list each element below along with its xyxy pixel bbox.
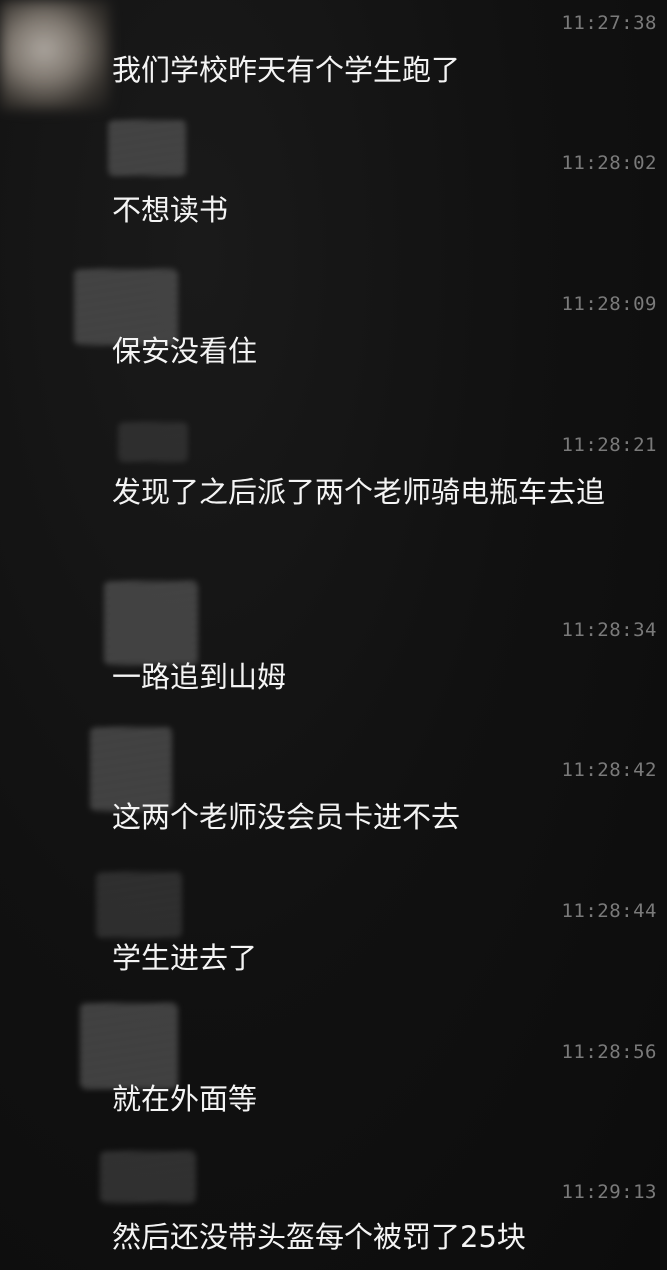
chat-screen: 11:27:38 我们学校昨天有个学生跑了 11:28:02 不想读书 11:2… [0,0,667,1270]
blurred-sender-name [118,422,188,462]
message-text: 这两个老师没会员卡进不去 [112,800,461,834]
message-text: 学生进去了 [112,941,258,975]
message-timestamp: 11:28:42 [561,759,657,781]
blurred-sender-name [104,581,198,665]
message-text: 保安没看住 [112,334,258,368]
message-timestamp: 11:28:09 [561,293,657,315]
message-timestamp: 11:28:21 [561,434,657,456]
blurred-sender-name [100,1151,196,1203]
blurred-sender-name [108,120,186,176]
message-text: 就在外面等 [112,1082,258,1116]
message-timestamp: 11:28:44 [561,900,657,922]
message-text: 我们学校昨天有个学生跑了 [112,53,461,87]
message-timestamp: 11:29:13 [561,1181,657,1203]
message-text: 不想读书 [112,193,229,227]
message-text: 然后还没带头盔每个被罚了25块 [112,1220,526,1254]
blurred-avatar [0,0,110,110]
message-timestamp: 11:27:38 [561,12,657,34]
message-text: 发现了之后派了两个老师骑电瓶车去追 [112,475,606,509]
message-text: 一路追到山姆 [112,660,287,694]
message-timestamp: 11:28:02 [561,152,657,174]
blurred-sender-name [96,872,182,938]
message-timestamp: 11:28:34 [561,619,657,641]
message-timestamp: 11:28:56 [561,1041,657,1063]
